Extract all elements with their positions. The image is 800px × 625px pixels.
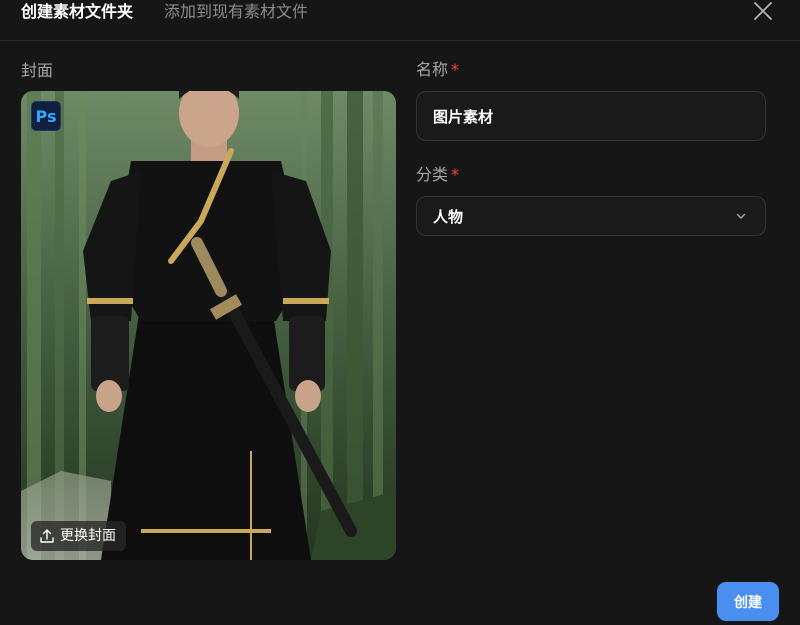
- category-select[interactable]: 人物: [416, 196, 766, 236]
- cover-label: 封面: [21, 61, 54, 80]
- name-input[interactable]: [433, 107, 733, 127]
- name-label-text: 名称: [416, 60, 449, 79]
- category-selected-value: 人物: [433, 208, 464, 226]
- close-icon: [754, 2, 772, 20]
- name-label: 名称 *: [416, 60, 459, 80]
- dialog-header: 创建素材文件夹 添加到现有素材文件: [0, 0, 800, 41]
- photoshop-icon: Ps: [31, 101, 61, 131]
- required-mark: *: [451, 60, 460, 79]
- upload-icon: [40, 529, 54, 543]
- name-field[interactable]: [416, 91, 766, 141]
- replace-cover-label: 更换封面: [60, 528, 116, 544]
- required-mark: *: [451, 165, 460, 184]
- chevron-down-icon: [736, 213, 746, 219]
- close-button[interactable]: [752, 0, 774, 22]
- cover-image: Ps 更换封面: [21, 91, 396, 560]
- tab-add-to-existing[interactable]: 添加到现有素材文件: [164, 1, 308, 23]
- category-label: 分类 *: [416, 165, 459, 185]
- category-label-text: 分类: [416, 165, 449, 184]
- replace-cover-button[interactable]: 更换封面: [31, 521, 126, 551]
- create-button[interactable]: 创建: [717, 582, 779, 621]
- tab-create-folder[interactable]: 创建素材文件夹: [21, 1, 133, 23]
- cover-illustration: [21, 91, 396, 560]
